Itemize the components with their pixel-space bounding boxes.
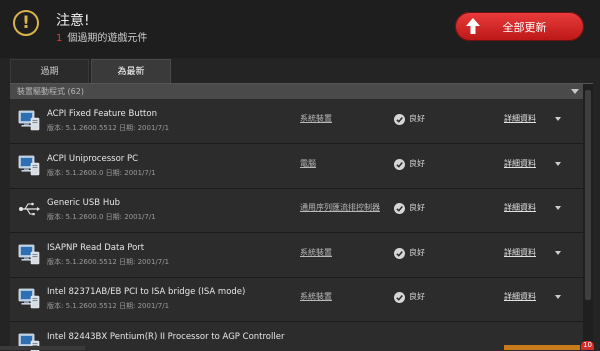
expand-arrow-icon[interactable]	[555, 251, 561, 255]
usb-icon	[18, 198, 40, 220]
driver-version: 版本: 5.1.2600.5512 日期: 2001/7/1	[47, 301, 169, 311]
subtitle: 1 個過期的遊戲元件	[56, 29, 147, 44]
footer-strip	[0, 346, 85, 350]
driver-category-link[interactable]: 系統裝置	[300, 113, 332, 124]
details-link[interactable]: 詳細資料	[504, 291, 536, 302]
check-circle-icon	[394, 248, 405, 259]
expand-arrow-icon[interactable]	[555, 117, 561, 121]
computer-monitor-icon	[18, 243, 40, 265]
check-circle-icon	[394, 114, 405, 125]
tab-latest[interactable]: 為最新	[91, 59, 171, 83]
update-all-button[interactable]: 全部更新	[455, 12, 584, 41]
driver-name: Intel 82443BX Pentium(R) II Processor to…	[47, 332, 284, 342]
driver-row[interactable]: Generic USB Hub 版本: 5.1.2600.0 日期: 2001/7…	[10, 189, 583, 233]
section-header[interactable]: 裝置驅動程式 (62)	[10, 84, 583, 99]
expand-arrow-icon[interactable]	[555, 162, 561, 166]
expand-arrow-icon[interactable]	[555, 206, 561, 210]
driver-row[interactable]: Intel 82443BX Pentium(R) II Processor to…	[10, 323, 583, 351]
warning-icon: !	[13, 10, 39, 36]
driver-category-link[interactable]: 系統裝置	[300, 291, 332, 302]
section-label: 裝置驅動程式 (62)	[17, 84, 84, 99]
check-circle-icon	[394, 292, 405, 303]
driver-category-link[interactable]: 電腦	[300, 158, 316, 169]
driver-status: 良好	[409, 291, 425, 302]
check-circle-icon	[394, 159, 405, 170]
notification-badge: 10	[581, 341, 594, 350]
expand-arrow-icon[interactable]	[555, 295, 561, 299]
header-bar: ! 注意! 1 個過期的遊戲元件 全部更新	[0, 0, 600, 58]
driver-status: 良好	[409, 247, 425, 258]
driver-category-link[interactable]: 通用序列匯流排控制器	[300, 202, 380, 213]
driver-category-link[interactable]: 系統裝置	[300, 247, 332, 258]
driver-name: ACPI Fixed Feature Button	[47, 109, 157, 119]
driver-row[interactable]: ACPI Uniprocessor PC 版本: 5.1.2600.0 日期: 2…	[10, 145, 583, 189]
computer-monitor-icon	[18, 287, 40, 309]
driver-row[interactable]: ACPI Fixed Feature Button 版本: 5.1.2600.55…	[10, 100, 583, 144]
driver-version: 版本: 5.1.2600.0 日期: 2001/7/1	[47, 168, 156, 178]
computer-monitor-icon	[18, 109, 40, 131]
subtitle-text: 個過期的遊戲元件	[67, 33, 147, 44]
check-circle-icon	[394, 203, 405, 214]
scrollbar-thumb[interactable]	[585, 90, 591, 300]
driver-list: 裝置驅動程式 (62) ACPI Fixed Feature Button 版本:…	[10, 83, 593, 351]
scrollbar[interactable]	[583, 84, 593, 351]
outdated-count: 1	[56, 33, 62, 44]
driver-status: 良好	[409, 158, 425, 169]
driver-name: Generic USB Hub	[47, 198, 120, 208]
footer-action-bar[interactable]	[504, 345, 580, 350]
driver-status: 良好	[409, 113, 425, 124]
details-link[interactable]: 詳細資料	[504, 202, 536, 213]
driver-version: 版本: 5.1.2600.5512 日期: 2001/7/1	[47, 257, 169, 267]
driver-version: 版本: 5.1.2600.5512 日期: 2001/7/1	[47, 123, 169, 133]
driver-version: 版本: 5.1.2600.0 日期: 2001/7/1	[47, 212, 156, 222]
driver-row[interactable]: ISAPNP Read Data Port 版本: 5.1.2600.5512 日…	[10, 234, 583, 278]
driver-name: ACPI Uniprocessor PC	[47, 154, 138, 164]
driver-name: ISAPNP Read Data Port	[47, 243, 144, 253]
driver-name: Intel 82371AB/EB PCI to ISA bridge (ISA …	[47, 287, 245, 297]
driver-status: 良好	[409, 202, 425, 213]
details-link[interactable]: 詳細資料	[504, 158, 536, 169]
update-all-label: 全部更新	[455, 19, 584, 35]
details-link[interactable]: 詳細資料	[504, 247, 536, 258]
computer-monitor-icon	[18, 154, 40, 176]
collapse-arrow-icon[interactable]	[571, 89, 579, 94]
driver-row[interactable]: Intel 82371AB/EB PCI to ISA bridge (ISA …	[10, 278, 583, 322]
page-title: 注意!	[56, 10, 90, 30]
tab-expired[interactable]: 過期	[10, 59, 89, 83]
details-link[interactable]: 詳細資料	[504, 113, 536, 124]
